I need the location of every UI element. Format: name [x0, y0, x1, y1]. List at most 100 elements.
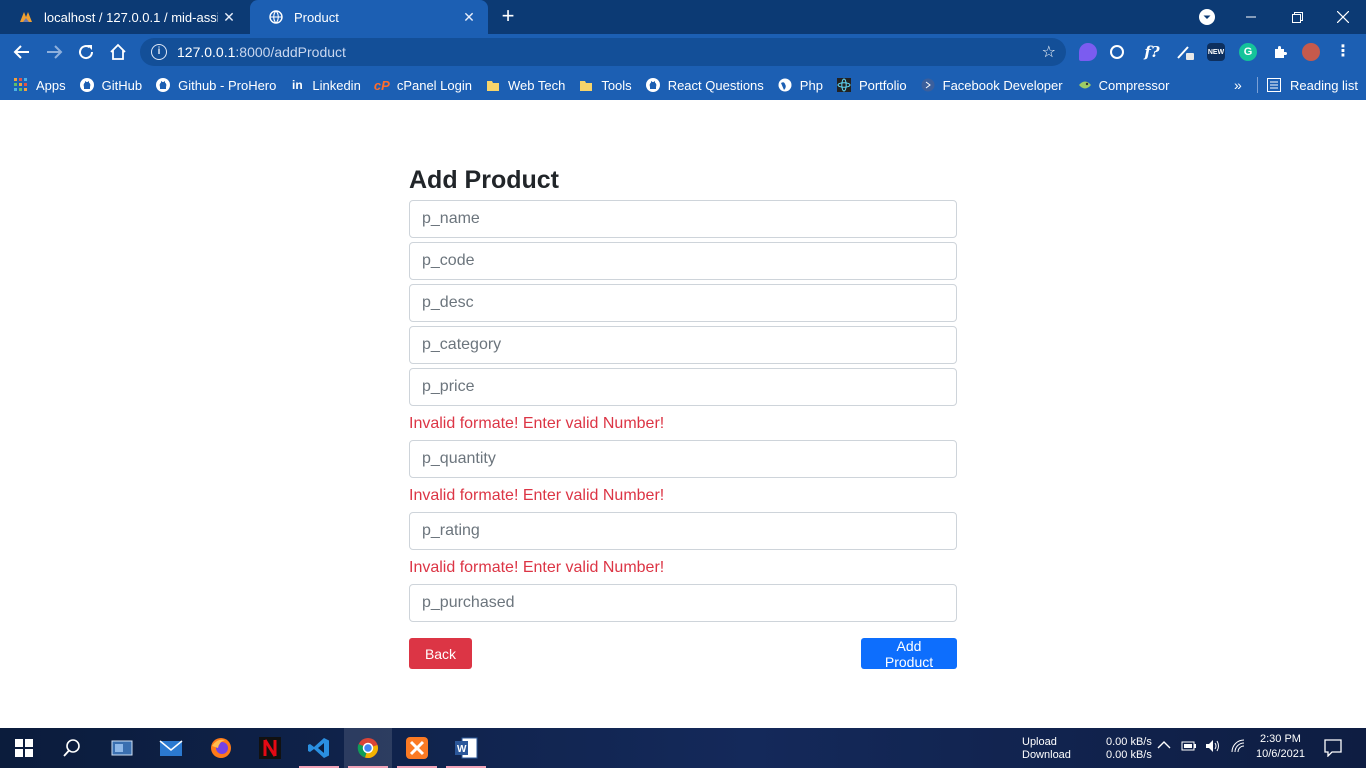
bookmark-label: Github - ProHero	[178, 77, 277, 93]
battery-icon[interactable]	[1181, 740, 1197, 756]
task-view-icon[interactable]	[98, 728, 146, 768]
bookmark-portfolio[interactable]: Portfolio	[836, 78, 907, 93]
bookmark-label: Web Tech	[507, 77, 566, 93]
close-window-button[interactable]	[1320, 0, 1366, 34]
bookmark-compressor[interactable]: Compressor	[1077, 77, 1170, 93]
price-error-message: Invalid formate! Enter valid Number!	[409, 415, 665, 432]
product-name-input[interactable]	[409, 200, 957, 238]
bookmark-label: React Questions	[667, 77, 764, 93]
add-product-button[interactable]: Add Product	[861, 638, 957, 670]
avatar[interactable]	[1302, 43, 1320, 61]
bookmark-github-prohero[interactable]: Github - ProHero	[156, 78, 276, 93]
product-price-input[interactable]	[409, 368, 957, 406]
github-icon	[156, 78, 171, 92]
search-icon[interactable]	[48, 728, 96, 768]
bookmark-tools[interactable]: Tools	[579, 77, 632, 93]
volume-icon[interactable]	[1205, 739, 1221, 757]
product-category-input[interactable]	[409, 326, 957, 364]
show-hidden-icons-chevron-icon[interactable]	[1157, 740, 1171, 754]
product-description-input[interactable]	[409, 284, 957, 322]
netflix-icon[interactable]	[246, 728, 294, 768]
new-badge-extension-icon[interactable]: NEW	[1207, 43, 1225, 61]
forward-arrow-icon[interactable]	[42, 40, 66, 64]
reading-list-button[interactable]: Reading list	[1257, 70, 1358, 100]
bookmark-web-tech[interactable]: Web Tech	[486, 78, 565, 93]
product-rating-input[interactable]	[409, 512, 957, 550]
font-finder-icon[interactable]: f?	[1143, 43, 1161, 61]
system-clock[interactable]: 2:30 PM 10/6/2021	[1256, 732, 1305, 762]
minimize-button[interactable]	[1228, 0, 1274, 34]
notification-center-icon[interactable]	[1324, 739, 1342, 761]
bookmark-react-questions[interactable]: React Questions	[645, 77, 764, 93]
tab-phpmyadmin[interactable]: localhost / 127.0.0.1 / mid-assign ✕	[0, 0, 248, 34]
globe-icon	[778, 78, 792, 92]
extension-circle-icon[interactable]	[1110, 45, 1124, 59]
reload-icon[interactable]	[74, 40, 98, 64]
firefox-icon[interactable]	[197, 728, 245, 768]
xampp-icon[interactable]	[393, 728, 441, 768]
tab-search-icon[interactable]	[1199, 9, 1215, 25]
windows-taskbar: W Upload Download 0.00 kB/s 0.00 kB/s 2:…	[0, 728, 1366, 768]
bookmark-linkedin[interactable]: in Linkedin	[290, 78, 361, 93]
restore-button[interactable]	[1274, 0, 1320, 34]
bookmark-php[interactable]: Php	[778, 78, 823, 93]
tab-strip: localhost / 127.0.0.1 / mid-assign ✕ Pro…	[0, 0, 1366, 34]
back-arrow-icon[interactable]	[10, 40, 34, 64]
url-text: 127.0.0.1:8000/addProduct	[177, 44, 346, 60]
menu-dots-icon[interactable]: ⋮	[1334, 43, 1352, 61]
product-quantity-input[interactable]	[409, 440, 957, 478]
reading-list-icon	[1267, 78, 1281, 92]
react-icon	[836, 78, 851, 92]
product-purchased-input[interactable]	[409, 584, 957, 622]
mail-icon[interactable]	[147, 728, 195, 768]
bookmark-cpanel-login[interactable]: cP cPanel Login	[373, 77, 472, 93]
product-code-input[interactable]	[409, 242, 957, 280]
word-icon[interactable]: W	[442, 728, 490, 768]
more-bookmarks-button[interactable]: »	[1234, 70, 1242, 100]
close-tab-icon[interactable]: ✕	[458, 9, 480, 26]
site-info-icon[interactable]: i	[151, 44, 167, 60]
svg-text:W: W	[457, 744, 467, 755]
bookmark-github[interactable]: GitHub	[79, 78, 142, 93]
home-icon[interactable]	[106, 40, 130, 64]
back-button[interactable]: Back	[409, 638, 472, 669]
apps-grid-icon	[14, 78, 28, 92]
vscode-icon[interactable]	[295, 728, 343, 768]
address-bar[interactable]: i 127.0.0.1:8000/addProduct ☆	[140, 38, 1066, 66]
form-actions: Back Add Product	[409, 638, 957, 670]
grammarly-icon[interactable]: G	[1239, 43, 1257, 61]
windows-start-icon[interactable]	[0, 728, 48, 768]
bookmark-label: Php	[799, 77, 823, 93]
reading-list-label: Reading list	[1290, 77, 1358, 93]
bookmark-facebook-developer[interactable]: Facebook Developer	[921, 78, 1063, 93]
new-tab-button[interactable]: +	[496, 5, 520, 29]
pen-tool-icon[interactable]	[1176, 43, 1194, 61]
wifi-icon[interactable]	[1230, 739, 1246, 757]
extension-purple-icon[interactable]	[1079, 43, 1097, 61]
network-speed: 0.00 kB/s 0.00 kB/s	[1106, 736, 1152, 761]
close-tab-icon[interactable]: ✕	[218, 9, 240, 26]
bookmark-label: Facebook Developer	[942, 77, 1063, 93]
page-title: Add Product	[409, 166, 559, 194]
extensions-puzzle-icon[interactable]	[1271, 43, 1289, 61]
folder-icon	[579, 78, 593, 92]
facebook-dev-icon	[921, 78, 935, 92]
bookmark-label: Compressor	[1098, 77, 1170, 93]
quantity-error-message: Invalid formate! Enter valid Number!	[409, 487, 665, 504]
cpanel-icon: cP	[373, 77, 390, 93]
rating-error-message: Invalid formate! Enter valid Number!	[409, 559, 665, 576]
globe-icon	[268, 9, 284, 25]
linkedin-icon: in	[292, 78, 303, 92]
clock-time: 2:30 PM	[1259, 733, 1301, 745]
bookmark-star-icon[interactable]: ☆	[1042, 42, 1056, 62]
bookmark-label: Tools	[601, 77, 632, 93]
folder-icon	[486, 78, 500, 92]
bookmark-apps[interactable]: Apps	[14, 78, 66, 93]
bookmarks-bar: Apps GitHub Github - ProHero in Linkedin cP cP…	[0, 70, 1366, 100]
add-product-form: Add Product Invalid formate! Enter valid…	[409, 163, 957, 670]
tab-product[interactable]: Product ✕	[250, 0, 488, 34]
browser-toolbar: i 127.0.0.1:8000/addProduct ☆ f? NEW G ⋮	[0, 34, 1366, 70]
divider	[1257, 77, 1258, 93]
chrome-icon[interactable]	[344, 728, 392, 768]
compressor-icon	[1077, 78, 1091, 92]
